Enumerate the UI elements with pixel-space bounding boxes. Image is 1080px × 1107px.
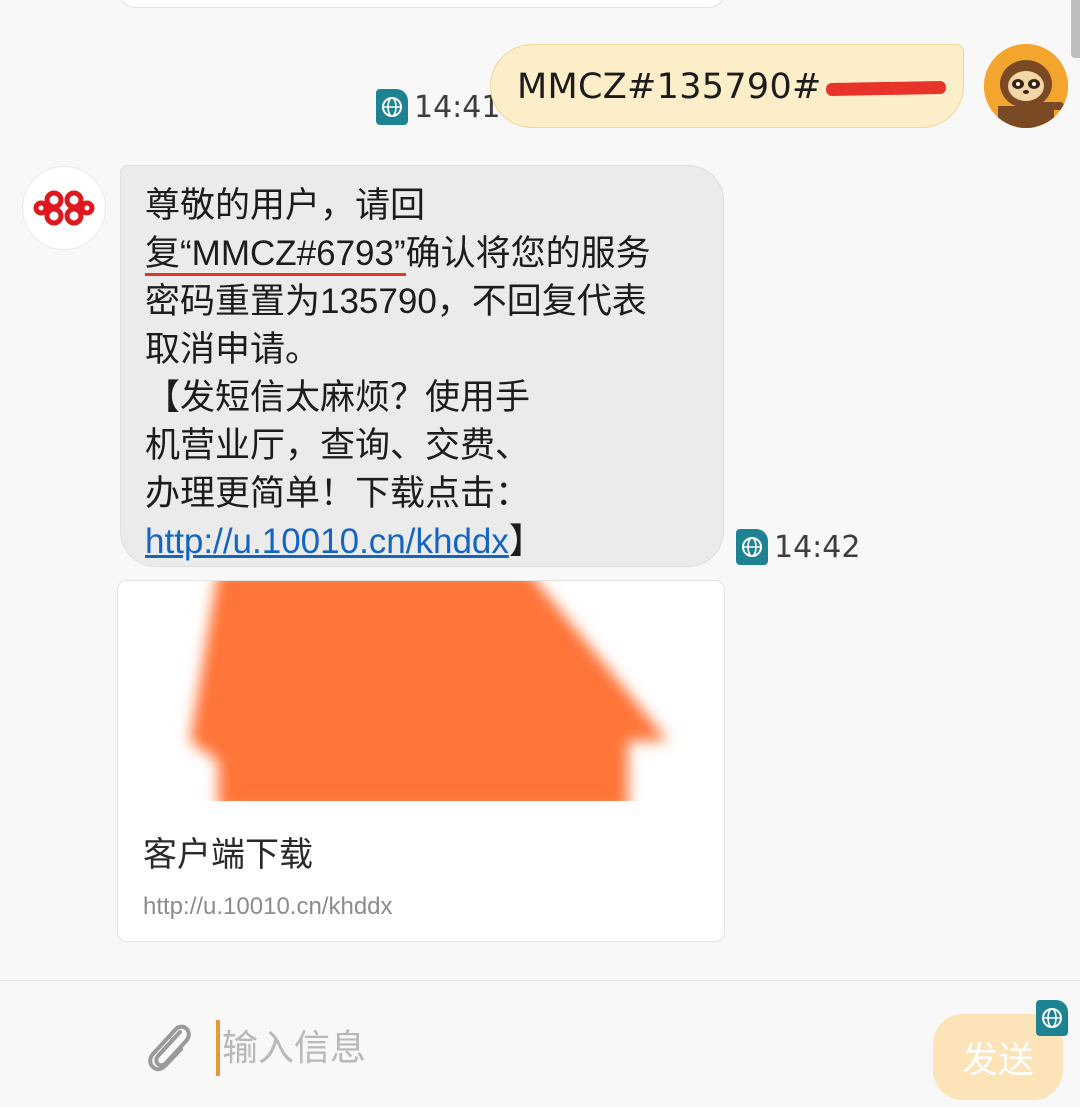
message-line: 尊敬的用户，请回 bbox=[145, 186, 426, 225]
outgoing-timestamp: 14:41 bbox=[414, 90, 501, 125]
message-link[interactable]: http://u.10010.cn/khddx bbox=[145, 522, 509, 561]
sloth-avatar[interactable] bbox=[984, 44, 1068, 128]
highlighted-reply-code: 复“MMCZ#6793” bbox=[145, 234, 406, 276]
message-line: http://u.10010.cn/khddx】 bbox=[145, 522, 544, 561]
message-line: 取消申请。 bbox=[145, 330, 321, 369]
scrollbar[interactable] bbox=[1071, 0, 1080, 58]
message-line: 机营业厅，查询、交费、 bbox=[145, 426, 531, 465]
redaction-mark bbox=[822, 76, 950, 100]
preview-house-image bbox=[190, 581, 668, 801]
message-line: 【发短信太麻烦？使用手 bbox=[145, 378, 531, 417]
globe-sim-icon[interactable] bbox=[1036, 1000, 1068, 1036]
globe-sim-icon bbox=[376, 89, 408, 125]
globe-sim-icon bbox=[736, 529, 768, 565]
text-cursor bbox=[216, 1020, 220, 1076]
preview-url[interactable]: http://u.10010.cn/khddx bbox=[143, 893, 393, 921]
outgoing-message-text: MMCZ#135790# bbox=[517, 67, 822, 107]
message-line: 复“MMCZ#6793”确认将您的服务 bbox=[145, 230, 709, 278]
link-preview-card[interactable]: 客户端下载 http://u.10010.cn/khddx bbox=[117, 580, 725, 942]
incoming-timestamp: 14:42 bbox=[774, 530, 861, 565]
message-input[interactable] bbox=[222, 1020, 902, 1076]
paperclip-icon[interactable] bbox=[140, 1018, 196, 1076]
incoming-message-bubble[interactable]: 尊敬的用户，请回 复“MMCZ#6793”确认将您的服务 密码重置为135790… bbox=[120, 165, 724, 567]
china-unicom-logo[interactable] bbox=[22, 166, 106, 250]
outgoing-message-bubble[interactable]: MMCZ#135790# bbox=[490, 44, 964, 128]
message-line: 密码重置为135790，不回复代表 bbox=[145, 282, 647, 321]
previous-preview-card[interactable] bbox=[118, 0, 726, 8]
message-line: 办理更简单！下载点击： bbox=[145, 474, 531, 513]
preview-title: 客户端下载 bbox=[143, 836, 313, 874]
